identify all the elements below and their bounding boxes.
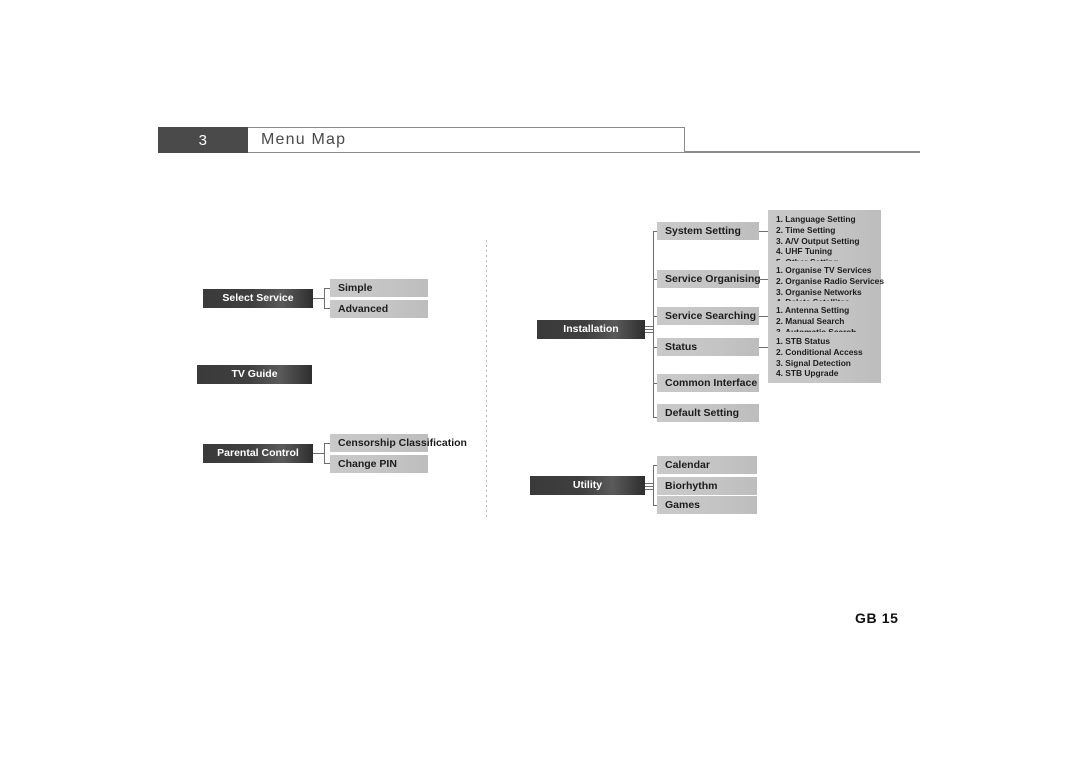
list-item: 1. Antenna Setting [776, 305, 850, 315]
node-tv-guide[interactable]: TV Guide [197, 365, 312, 384]
node-biorhythm[interactable]: Biorhythm [657, 477, 757, 495]
list-item: 2. Time Setting [776, 224, 836, 235]
list-item: 2. Conditional Access [776, 346, 863, 357]
page-number: GB 15 [855, 610, 899, 626]
connector [324, 443, 325, 464]
node-parental-control[interactable]: Parental Control [203, 444, 313, 463]
node-simple[interactable]: Simple [330, 279, 428, 297]
node-utility[interactable]: Utility [530, 476, 645, 495]
connector [324, 288, 325, 309]
list-item: 3. Signal Detection [776, 357, 851, 368]
node-calendar[interactable]: Calendar [657, 456, 757, 474]
node-status[interactable]: Status [657, 338, 759, 356]
node-system-setting[interactable]: System Setting [657, 222, 759, 240]
list-item: 2. Manual Search [776, 315, 845, 326]
node-default-setting[interactable]: Default Setting [657, 404, 759, 422]
connector [313, 453, 324, 454]
node-games[interactable]: Games [657, 496, 757, 514]
node-censorship-classification[interactable]: Censorship Classification [330, 434, 467, 452]
connector [653, 465, 654, 505]
connector [653, 231, 654, 417]
node-advanced[interactable]: Advanced [330, 300, 428, 318]
list-item: 1. STB Status [776, 336, 830, 346]
node-change-pin[interactable]: Change PIN [330, 455, 428, 473]
node-common-interface[interactable]: Common Interface [657, 374, 759, 392]
list-item: 3. Organise Networks [776, 286, 862, 297]
list-item: 1. Language Setting [776, 214, 856, 224]
node-select-service[interactable]: Select Service [203, 289, 313, 308]
connector [313, 298, 324, 299]
list-item: 1. Organise TV Services [776, 265, 872, 275]
node-service-organising[interactable]: Service Organising [657, 270, 761, 288]
list-status: 1. STB Status 2. Conditional Access 3. S… [768, 332, 881, 383]
list-item: 2. Organise Radio Services [776, 275, 884, 286]
node-installation[interactable]: Installation [537, 320, 645, 339]
list-item: 3. A/V Output Setting [776, 235, 860, 246]
node-service-searching[interactable]: Service Searching [657, 307, 759, 325]
menu-map-diagram: Select Service Simple Advanced TV Guide … [0, 0, 1080, 763]
list-item: 4. UHF Tuning [776, 246, 833, 257]
list-item: 4. STB Upgrade [776, 368, 839, 379]
